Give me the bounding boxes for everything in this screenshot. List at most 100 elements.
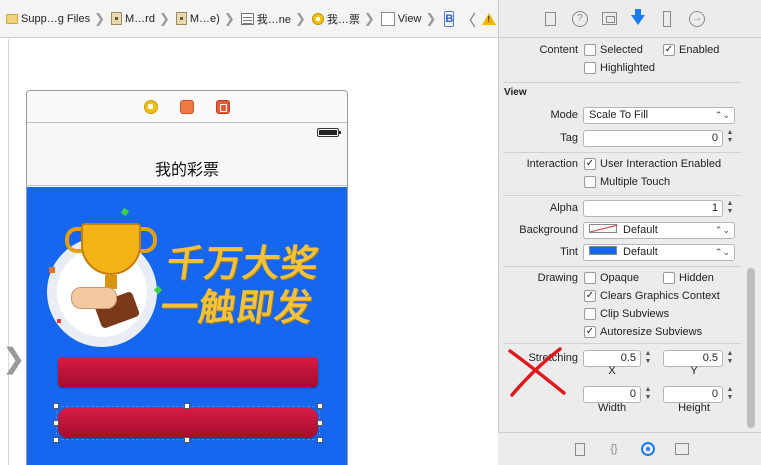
tint-popup[interactable]: Default ⌃⌄ [583,243,735,261]
red-x-annotation [508,347,566,397]
alpha-field[interactable]: 1 [583,199,723,217]
warning-icon[interactable]: ! [482,12,497,25]
resize-handle[interactable] [317,437,323,443]
library-bar: {} [498,432,761,465]
navigation-bar[interactable]: 我的彩票 [27,123,347,186]
enabled-checkbox[interactable]: ✓ [663,44,675,56]
highlighted-label: Highlighted [600,62,656,74]
stretch-y-stepper[interactable]: ▲ ▼ [725,350,735,367]
entry-point-arrow-icon[interactable]: ❯ [2,345,25,373]
folder-icon [6,13,18,24]
crumb-separator-icon: ❯ [94,10,105,26]
crumb-supporting-files[interactable]: Supp…g Files [2,8,90,30]
crumb-label: M…e) [189,12,220,25]
user-interaction-checkbox[interactable]: ✓ [584,158,596,170]
attributes-inspector-icon[interactable] [631,8,645,25]
stepper-up-icon: ▲ [726,349,734,357]
clears-graphics-checkbox[interactable]: ✓ [584,290,596,302]
stretch-x-stepper[interactable]: ▲ ▼ [643,350,653,367]
clip-row: Clip Subviews [499,305,746,323]
hidden-checkbox[interactable] [663,272,675,284]
stretch-y-field[interactable]: 0.5 [663,349,723,367]
crumb-scene[interactable]: 我…ne [237,8,291,30]
stretch-height-field[interactable]: 0 [663,385,723,403]
clip-subviews-checkbox[interactable] [584,308,596,320]
first-responder-icon[interactable] [180,99,194,114]
crumb-main-base[interactable]: M…e) [172,8,220,30]
resize-handle[interactable] [317,420,323,426]
stretch-width-field[interactable]: 0 [583,385,641,403]
chevron-updown-icon: ⌃⌄ [714,246,730,257]
inspector-tabs: ? → [499,0,761,38]
file-inspector-icon[interactable] [545,11,556,26]
media-library-icon[interactable] [675,443,689,455]
crumb-main-storyboard[interactable]: M…rd [107,8,155,30]
hand-icon [71,287,117,309]
button-element-icon[interactable]: B [444,10,455,27]
tag-field[interactable]: 0 [583,129,723,147]
storyboard-canvas[interactable]: ❯ 我的彩票 千万大奖 一触即发 [0,39,498,465]
hidden-label: Hidden [679,272,714,284]
confetti [120,207,130,217]
confetti [49,267,55,273]
stepper-down-icon: ▼ [726,137,734,144]
background-popup[interactable]: Default ⌃⌄ [583,221,735,239]
red-button-1[interactable] [58,357,318,387]
stretch-width-caption: Width [597,402,627,414]
stepper-down-icon: ▼ [726,207,734,215]
autoresize-subviews-label: Autoresize Subviews [600,326,703,338]
multiple-touch-label: Multiple Touch [600,176,671,188]
stretch-y-caption: Y [690,365,698,377]
identity-inspector-icon[interactable] [602,12,617,25]
crumb-view[interactable]: View [377,8,421,30]
resize-handle[interactable] [317,403,323,409]
confetti [57,319,61,323]
help-icon[interactable]: ? [572,10,588,27]
opaque-checkbox[interactable] [584,272,596,284]
resize-handle[interactable] [53,437,59,443]
connections-inspector-icon[interactable]: → [689,10,705,27]
highlighted-checkbox[interactable] [584,62,596,74]
resize-handle[interactable] [184,403,190,409]
code-snippet-library-icon[interactable]: {} [607,442,621,456]
inspector-scrollbar[interactable] [747,268,755,428]
stretch-x-field[interactable]: 0.5 [583,349,641,367]
mode-popup[interactable]: Scale To Fill ⌃⌄ [583,106,735,124]
exit-icon[interactable] [216,99,230,114]
size-inspector-icon[interactable] [663,10,671,27]
crumb-separator-icon: ❯ [363,10,375,26]
opaque-label: Opaque [600,272,640,284]
chevron-updown-icon: ⌃⌄ [714,224,730,235]
drawing-label: Drawing [537,272,578,284]
stepper-up-icon: ▲ [726,129,734,136]
chevron-updown-icon: ⌃⌄ [714,109,730,120]
crumb-label: Supp…g Files [21,12,91,25]
selected-checkbox[interactable] [584,44,596,56]
file-template-library-icon[interactable] [575,442,585,456]
resize-handle[interactable] [53,420,59,426]
object-library-icon[interactable] [641,442,655,456]
view-controller-icon[interactable] [144,99,158,114]
slogan-line-1: 千万大奖 [164,241,323,285]
main-view[interactable]: 千万大奖 一触即发 [27,187,347,465]
autoresize-subviews-checkbox[interactable]: ✓ [584,326,596,338]
section-divider [503,266,741,267]
resize-handle[interactable] [184,437,190,443]
background-row: Background Default ⌃⌄ [499,221,746,239]
stretch-width-stepper[interactable]: ▲ ▼ [643,386,653,403]
multiple-touch-checkbox[interactable] [584,176,596,188]
interaction-label: Interaction [526,158,578,170]
back-arrow-icon[interactable]: 〈 [460,7,476,31]
view-controller-scene[interactable]: 我的彩票 千万大奖 一触即发 [26,90,348,465]
warning-glyph: ! [487,14,490,24]
crumb-label: 我…ne [256,13,291,26]
alpha-stepper[interactable]: ▲ ▼ [725,200,735,217]
canvas-guide-line [8,39,9,465]
alpha-row: Alpha 1 ▲ ▼ [499,199,746,217]
tag-label: Tag [560,132,578,144]
resize-handle[interactable] [53,403,59,409]
stretch-height-stepper[interactable]: ▲ ▼ [725,386,735,403]
mode-value: Scale To Fill [589,108,649,121]
crumb-view-controller[interactable]: 我…票 [308,8,360,30]
tag-stepper[interactable]: ▲ ▼ [725,129,735,146]
